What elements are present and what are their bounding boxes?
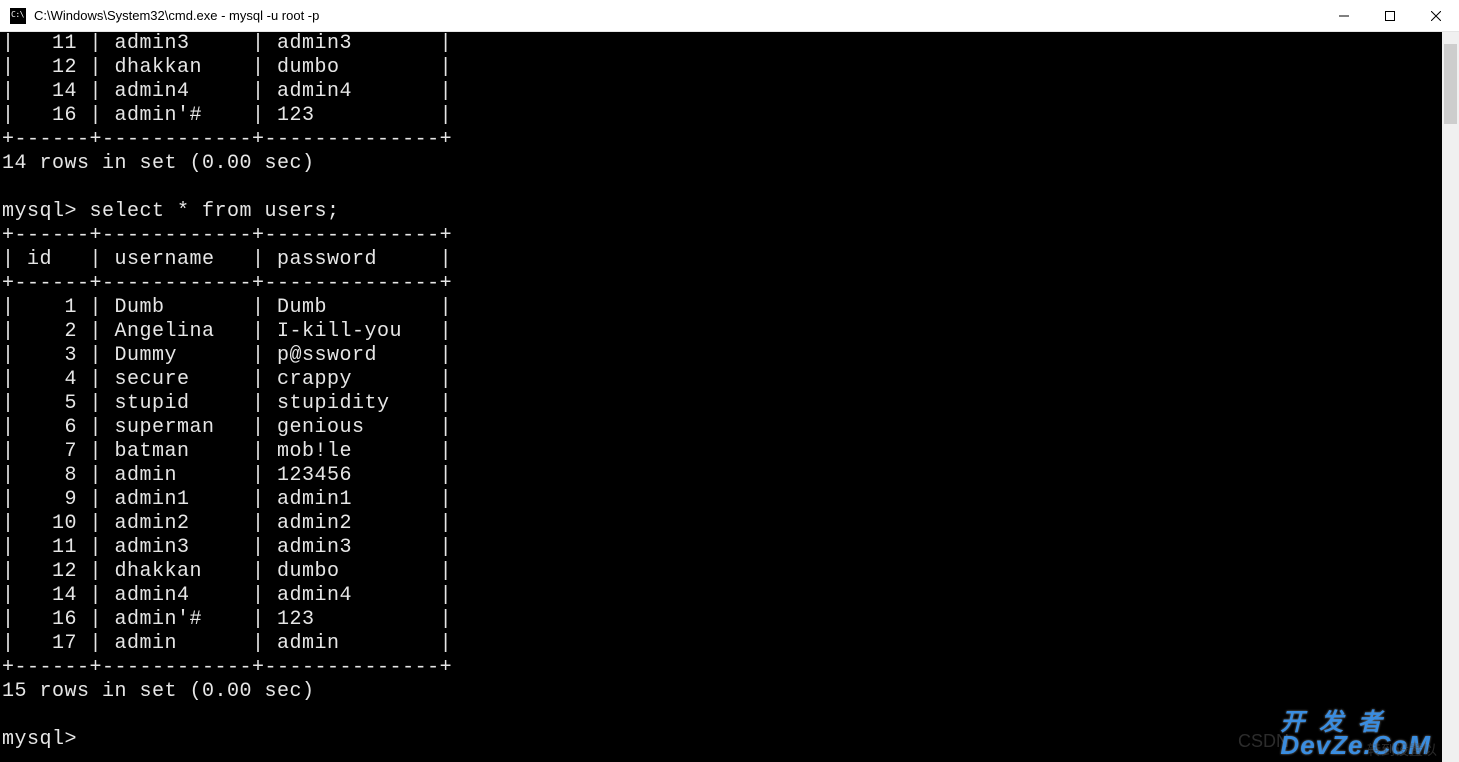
window-title: C:\Windows\System32\cmd.exe - mysql -u r…: [34, 8, 319, 23]
cmd-icon: [10, 8, 26, 24]
window-titlebar: C:\Windows\System32\cmd.exe - mysql -u r…: [0, 0, 1459, 32]
vertical-scrollbar[interactable]: [1442, 32, 1459, 762]
terminal-output[interactable]: | 11 | admin3 | admin3 | | 12 | dhakkan …: [0, 32, 1442, 762]
maximize-button[interactable]: [1367, 0, 1413, 32]
scrollbar-thumb[interactable]: [1444, 44, 1457, 124]
minimize-button[interactable]: [1321, 0, 1367, 32]
close-button[interactable]: [1413, 0, 1459, 32]
